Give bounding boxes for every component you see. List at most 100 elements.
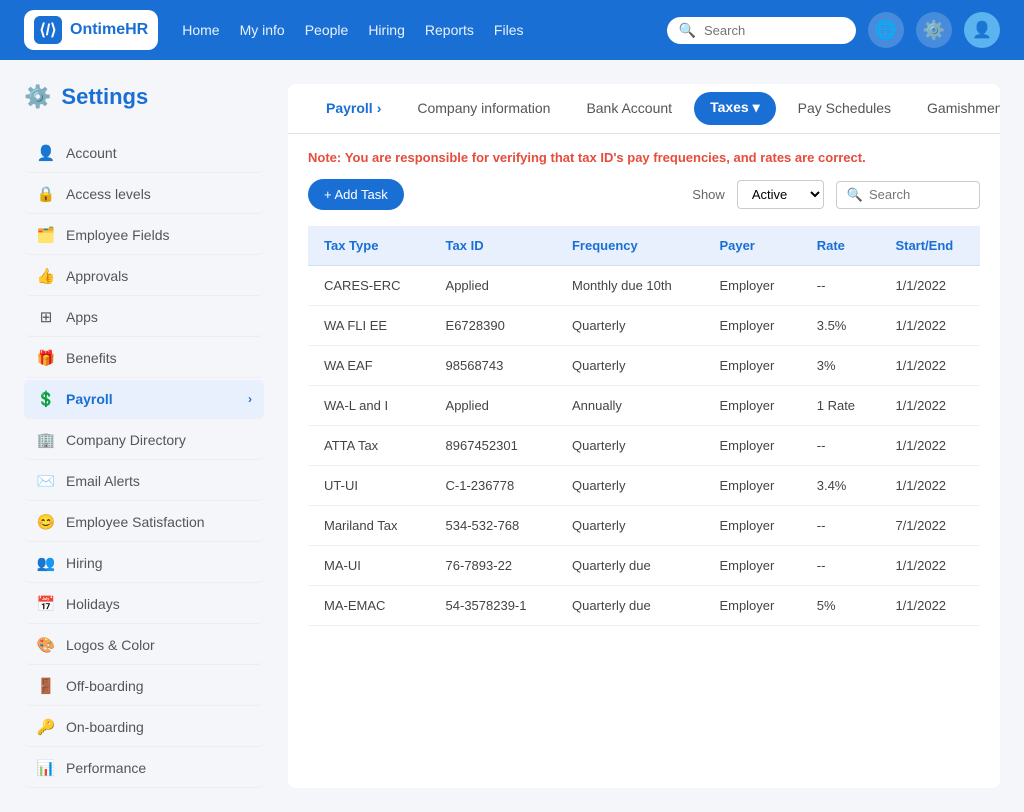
cell-row2-col1: 98568743	[430, 346, 556, 386]
sidebar-item-on-boarding[interactable]: 🔑 On-boarding	[24, 708, 264, 747]
sidebar-label-employee-fields: Employee Fields	[66, 227, 170, 243]
sidebar-item-off-boarding[interactable]: 🚪 Off-boarding	[24, 667, 264, 706]
sidebar-item-benefits[interactable]: 🎁 Benefits	[24, 339, 264, 378]
cell-row7-col5: 1/1/2022	[879, 546, 980, 586]
top-navigation: ⟨/⟩ OntimeHR Home My info People Hiring …	[0, 0, 1024, 60]
sidebar-item-approvals[interactable]: 👍 Approvals	[24, 257, 264, 296]
tabs-container: Company informationBank AccountTaxes ▾Pa…	[399, 84, 1000, 133]
cell-row4-col0: ATTA Tax	[308, 426, 430, 466]
search-filter-icon: 🔍	[847, 187, 863, 203]
sidebar-icon-off-boarding: 🚪	[36, 677, 56, 695]
tab-taxes[interactable]: Taxes ▾	[694, 92, 776, 125]
logo-icon: ⟨/⟩	[34, 16, 62, 44]
nav-home[interactable]: Home	[182, 22, 219, 38]
logo[interactable]: ⟨/⟩ OntimeHR	[24, 10, 158, 50]
sidebar-icon-apps: ⊞	[36, 308, 56, 326]
cell-row7-col0: MA-UI	[308, 546, 430, 586]
cell-row8-col5: 1/1/2022	[879, 586, 980, 626]
col-header-rate: Rate	[801, 226, 880, 266]
tab-pay-schedules[interactable]: Pay Schedules	[780, 84, 909, 134]
cell-row5-col3: Employer	[703, 466, 800, 506]
cell-row1-col0: WA FLI EE	[308, 306, 430, 346]
sidebar-icon-hiring: 👥	[36, 554, 56, 572]
tab-bank-account[interactable]: Bank Account	[568, 84, 690, 134]
sidebar-item-apps[interactable]: ⊞ Apps	[24, 298, 264, 337]
sidebar-item-employee-satisfaction[interactable]: 😊 Employee Satisfaction	[24, 503, 264, 542]
sidebar-icon-holidays: 📅	[36, 595, 56, 613]
main-content: Payroll › Company informationBank Accoun…	[288, 84, 1000, 788]
add-task-button[interactable]: + Add Task	[308, 179, 404, 210]
sidebar-item-logos-color[interactable]: 🎨 Logos & Color	[24, 626, 264, 665]
sidebar-icon-employee-satisfaction: 😊	[36, 513, 56, 531]
sidebar-item-payroll[interactable]: 💲 Payroll ›	[24, 380, 264, 419]
cell-row3-col1: Applied	[430, 386, 556, 426]
sidebar-item-account[interactable]: 👤 Account	[24, 134, 264, 173]
table-row: WA EAF98568743QuarterlyEmployer3%1/1/202…	[308, 346, 980, 386]
cell-row1-col3: Employer	[703, 306, 800, 346]
cell-row1-col2: Quarterly	[556, 306, 703, 346]
col-header-tax-type: Tax Type	[308, 226, 430, 266]
cell-row4-col5: 1/1/2022	[879, 426, 980, 466]
cell-row6-col5: 7/1/2022	[879, 506, 980, 546]
tax-table: Tax TypeTax IDFrequencyPayerRateStart/En…	[308, 226, 980, 626]
cell-row1-col5: 1/1/2022	[879, 306, 980, 346]
show-select[interactable]: ActiveInactiveAll	[737, 180, 824, 209]
cell-row3-col4: 1 Rate	[801, 386, 880, 426]
table-search-input[interactable]	[869, 187, 969, 202]
sidebar-label-email-alerts: Email Alerts	[66, 473, 140, 489]
content-area: Note: You are responsible for verifying …	[288, 134, 1000, 642]
cell-row1-col4: 3.5%	[801, 306, 880, 346]
nav-reports[interactable]: Reports	[425, 22, 474, 38]
sidebar-item-performance[interactable]: 📊 Performance	[24, 749, 264, 788]
cell-row3-col0: WA-L and I	[308, 386, 430, 426]
search-input[interactable]	[704, 23, 844, 38]
tab-company-information[interactable]: Company information	[399, 84, 568, 134]
cell-row8-col0: MA-EMAC	[308, 586, 430, 626]
tab-payroll[interactable]: Payroll ›	[308, 84, 399, 134]
sidebar-item-employee-fields[interactable]: 🗂️ Employee Fields	[24, 216, 264, 255]
cell-row6-col0: Mariland Tax	[308, 506, 430, 546]
sidebar-icon-benefits: 🎁	[36, 349, 56, 367]
nav-people[interactable]: People	[305, 22, 349, 38]
sidebar-label-employee-satisfaction: Employee Satisfaction	[66, 514, 205, 530]
settings-icon[interactable]: ⚙️	[916, 12, 952, 48]
note-text: Note: You are responsible for verifying …	[308, 150, 980, 165]
sidebar-label-logos-color: Logos & Color	[66, 637, 155, 653]
global-search[interactable]: 🔍	[667, 17, 856, 44]
cell-row8-col4: 5%	[801, 586, 880, 626]
cell-row6-col2: Quarterly	[556, 506, 703, 546]
sidebar-label-payroll: Payroll	[66, 391, 113, 407]
show-label: Show	[692, 187, 725, 202]
sidebar-label-apps: Apps	[66, 309, 98, 325]
table-row: MA-UI76-7893-22Quarterly dueEmployer--1/…	[308, 546, 980, 586]
sidebar-icon-logos-color: 🎨	[36, 636, 56, 654]
cell-row7-col4: --	[801, 546, 880, 586]
cell-row3-col5: 1/1/2022	[879, 386, 980, 426]
sidebar-label-access-levels: Access levels	[66, 186, 151, 202]
cell-row2-col0: WA EAF	[308, 346, 430, 386]
nav-files[interactable]: Files	[494, 22, 524, 38]
cell-row4-col4: --	[801, 426, 880, 466]
cell-row0-col1: Applied	[430, 266, 556, 306]
sidebar-icon-access-levels: 🔒	[36, 185, 56, 203]
nav-myinfo[interactable]: My info	[240, 22, 285, 38]
tab-garnishment-payments[interactable]: Gamishment Payments	[909, 84, 1000, 134]
sidebar-item-access-levels[interactable]: 🔒 Access levels	[24, 175, 264, 214]
cell-row4-col3: Employer	[703, 426, 800, 466]
cell-row0-col3: Employer	[703, 266, 800, 306]
cell-row3-col3: Employer	[703, 386, 800, 426]
user-avatar[interactable]: 👤	[964, 12, 1000, 48]
sidebar-item-holidays[interactable]: 📅 Holidays	[24, 585, 264, 624]
cell-row4-col1: 8967452301	[430, 426, 556, 466]
sidebar-label-approvals: Approvals	[66, 268, 128, 284]
sidebar-item-company-directory[interactable]: 🏢 Company Directory	[24, 421, 264, 460]
sidebar-icon-performance: 📊	[36, 759, 56, 777]
cell-row5-col5: 1/1/2022	[879, 466, 980, 506]
toolbar: + Add Task Show ActiveInactiveAll 🔍	[308, 179, 980, 210]
sidebar-item-email-alerts[interactable]: ✉️ Email Alerts	[24, 462, 264, 501]
sidebar-item-hiring[interactable]: 👥 Hiring	[24, 544, 264, 583]
globe-icon[interactable]: 🌐	[868, 12, 904, 48]
sidebar-icon-employee-fields: 🗂️	[36, 226, 56, 244]
table-search[interactable]: 🔍	[836, 181, 980, 209]
nav-hiring[interactable]: Hiring	[368, 22, 405, 38]
